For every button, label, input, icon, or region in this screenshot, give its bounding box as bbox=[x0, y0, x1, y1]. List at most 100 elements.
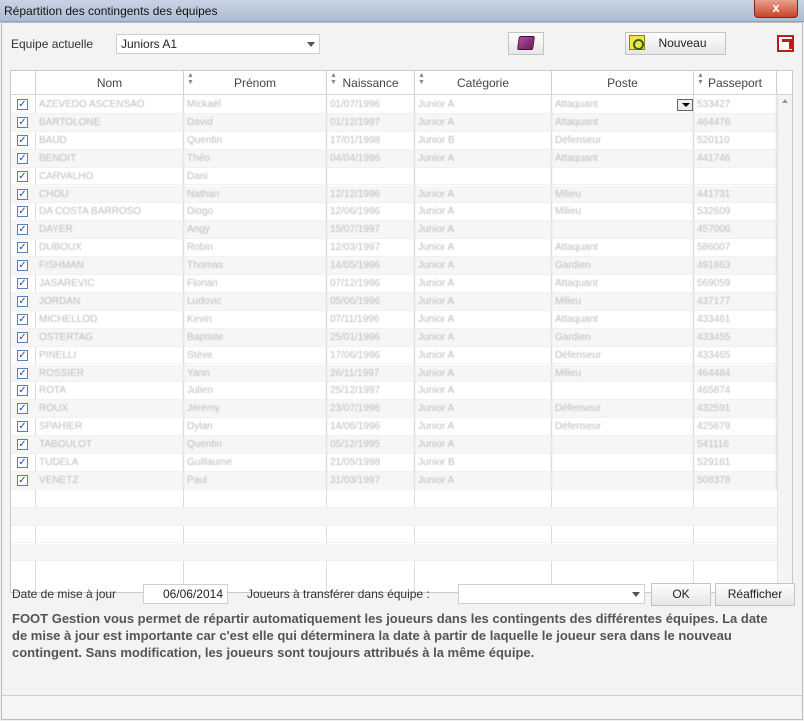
cell-passeport: 532609 bbox=[694, 203, 777, 222]
header-passeport[interactable]: ▲ ▼ Passeport bbox=[694, 71, 777, 95]
table-row[interactable]: ✓ CARVALHO Dani bbox=[11, 167, 777, 186]
table-row[interactable]: ✓ DAYER Angy 15/07/1997 Junior A 457006 bbox=[11, 221, 777, 240]
table-row[interactable]: ✓ BARTOLONE David 01/12/1997 Junior A Attaqua… bbox=[11, 113, 777, 132]
cell-categorie: Junior A bbox=[415, 364, 552, 383]
table-row[interactable]: ✓ DA COSTA BARROSO Diogo 12/06/1996 Junior A… bbox=[11, 203, 777, 222]
vertical-scrollbar[interactable] bbox=[777, 95, 792, 592]
cell-categorie: Junior A bbox=[415, 113, 552, 132]
table-row[interactable]: ✓ VENETZ Paul 31/03/1997 Junior A 508378 bbox=[11, 471, 777, 490]
row-checkbox[interactable]: ✓ bbox=[17, 224, 28, 236]
export-icon[interactable] bbox=[777, 35, 794, 52]
cell-prenom: Nathan bbox=[184, 185, 327, 204]
row-checkbox[interactable]: ✓ bbox=[17, 367, 28, 379]
close-button[interactable]: x bbox=[754, 0, 798, 18]
cell-passeport: 533427 bbox=[694, 96, 777, 114]
header-prenom[interactable]: ▲ ▼ Prénom bbox=[184, 71, 327, 95]
table-row[interactable]: ✓ TUDELA Guillaume 21/05/1998 Junior B 529181 bbox=[11, 454, 777, 472]
row-checkbox[interactable]: ✓ bbox=[17, 474, 28, 486]
row-checkbox[interactable]: ✓ bbox=[17, 439, 28, 451]
cell-nom: PINELLI bbox=[36, 346, 184, 365]
cell-prenom: Mickaël bbox=[184, 96, 327, 114]
scroll-up-icon[interactable] bbox=[782, 99, 788, 103]
cell-categorie: Junior A bbox=[415, 185, 552, 204]
cell-prenom: Ludovic bbox=[184, 292, 327, 311]
table-row[interactable]: ✓ JORDAN Ludovic 05/06/1996 Junior A Milieu 43… bbox=[11, 292, 777, 311]
cell-poste bbox=[552, 221, 694, 240]
cell-categorie: Junior A bbox=[415, 436, 552, 455]
row-checkbox[interactable]: ✓ bbox=[17, 242, 28, 254]
cell-naissance: 17/06/1996 bbox=[327, 346, 415, 365]
chevron-down-icon bbox=[307, 42, 315, 47]
table-row[interactable] bbox=[11, 507, 777, 526]
header-naissance[interactable]: ▲ ▼ Naissance bbox=[327, 71, 415, 95]
header-nom[interactable]: Nom bbox=[36, 71, 184, 95]
row-checkbox[interactable]: ✓ bbox=[17, 278, 28, 289]
new-button[interactable]: Nouveau bbox=[625, 32, 726, 55]
cell-passeport: 541116 bbox=[694, 436, 777, 455]
row-checkbox[interactable]: ✓ bbox=[17, 421, 28, 433]
header-poste[interactable]: Poste bbox=[552, 71, 694, 95]
date-field[interactable]: 06/06/2014 bbox=[143, 584, 228, 604]
row-checkbox[interactable]: ✓ bbox=[17, 116, 28, 128]
book-button[interactable] bbox=[508, 32, 544, 55]
cell-nom: TUDELA bbox=[36, 454, 184, 472]
cell-categorie bbox=[415, 167, 552, 186]
row-checkbox[interactable]: ✓ bbox=[17, 295, 28, 307]
cell-prenom: Robin bbox=[184, 239, 327, 258]
row-checkbox[interactable]: ✓ bbox=[17, 206, 28, 218]
sort-icon: ▲ ▼ bbox=[418, 72, 425, 86]
team-select[interactable]: Juniors A1 bbox=[116, 34, 320, 54]
table-row[interactable]: ✓ FISHMAN Thomas 14/05/1996 Junior A Gardien 4… bbox=[11, 257, 777, 276]
cell-categorie: Junior A bbox=[415, 257, 552, 276]
row-checkbox[interactable]: ✓ bbox=[17, 331, 28, 343]
header-categorie[interactable]: ▲ ▼ Catégorie bbox=[415, 71, 552, 95]
cell-prenom: Jérémy bbox=[184, 400, 327, 419]
poste-dropdown-button[interactable] bbox=[677, 99, 693, 111]
row-checkbox[interactable]: ✓ bbox=[17, 188, 28, 200]
row-checkbox[interactable]: ✓ bbox=[17, 457, 28, 468]
table-row[interactable]: ✓ JASAREVIC Florian 07/12/1996 Junior A Attaq… bbox=[11, 275, 777, 293]
transfer-team-select[interactable] bbox=[458, 584, 645, 604]
table-row[interactable]: ✓ ROSSIER Yann 26/11/1997 Junior A Milieu 4644… bbox=[11, 364, 777, 383]
cell-categorie: Junior A bbox=[415, 96, 552, 114]
row-checkbox[interactable]: ✓ bbox=[17, 99, 28, 110]
row-checkbox[interactable]: ✓ bbox=[17, 152, 28, 164]
cell-nom: BENOIT bbox=[36, 149, 184, 168]
cell-categorie: Junior A bbox=[415, 328, 552, 347]
table-row[interactable]: ✓ TABOULOT Quentin 05/12/1995 Junior A 541116 bbox=[11, 436, 777, 455]
row-checkbox[interactable]: ✓ bbox=[17, 403, 28, 415]
chevron-down-icon bbox=[632, 592, 640, 597]
ok-button[interactable]: OK bbox=[651, 583, 711, 606]
cell-categorie: Junior A bbox=[415, 292, 552, 311]
cell-poste: Attaquant bbox=[552, 275, 694, 293]
row-checkbox[interactable]: ✓ bbox=[17, 385, 28, 397]
table-row[interactable]: ✓ AZEVEDO ASCENSAO Mickaël 01/07/1996 Junior… bbox=[11, 96, 777, 114]
row-checkbox[interactable]: ✓ bbox=[17, 134, 28, 146]
table-row[interactable]: ✓ BAUD Quentin 17/01/1998 Junior B Défenseur 5… bbox=[11, 131, 777, 150]
table-row[interactable] bbox=[11, 490, 777, 508]
cell-passeport: 586007 bbox=[694, 239, 777, 258]
table-row[interactable] bbox=[11, 543, 777, 562]
row-checkbox[interactable]: ✓ bbox=[17, 170, 28, 182]
table-row[interactable]: ✓ SPAHIER Dylan 14/06/1996 Junior A Défenseur… bbox=[11, 418, 777, 437]
cell-passeport: 441731 bbox=[694, 185, 777, 204]
table-row[interactable]: ✓ BENOIT Théo 04/04/1996 Junior A Attaquant 44… bbox=[11, 149, 777, 168]
row-checkbox[interactable]: ✓ bbox=[17, 313, 28, 325]
cell-naissance: 14/05/1996 bbox=[327, 257, 415, 276]
cell-poste: Milieu bbox=[552, 364, 694, 383]
cell-poste bbox=[552, 471, 694, 490]
cell-poste: Attaquant bbox=[552, 310, 694, 329]
cell-prenom: Florian bbox=[184, 275, 327, 293]
refresh-button[interactable]: Réafficher bbox=[715, 583, 795, 606]
table-row[interactable]: ✓ PINELLI Stève 17/06/1996 Junior A Défenseur… bbox=[11, 346, 777, 365]
table-row[interactable]: ✓ OSTERTAG Baptiste 25/01/1996 Junior A Gardi… bbox=[11, 328, 777, 347]
table-row[interactable]: ✓ ROTA Julien 25/12/1997 Junior A 465874 bbox=[11, 382, 777, 401]
cell-poste bbox=[552, 436, 694, 455]
table-row[interactable]: ✓ CHOU Nathan 12/12/1996 Junior A Milieu 44173… bbox=[11, 185, 777, 204]
table-row[interactable]: ✓ ROUX Jérémy 23/07/1996 Junior A Défenseur 43… bbox=[11, 400, 777, 419]
table-row[interactable] bbox=[11, 526, 777, 544]
row-checkbox[interactable]: ✓ bbox=[17, 349, 28, 361]
row-checkbox[interactable]: ✓ bbox=[17, 260, 28, 272]
table-row[interactable]: ✓ MICHELLOD Kevin 07/11/1996 Junior A Attaqua… bbox=[11, 310, 777, 329]
table-row[interactable]: ✓ DUBOUX Robin 12/03/1997 Junior A Attaquant 5… bbox=[11, 239, 777, 258]
